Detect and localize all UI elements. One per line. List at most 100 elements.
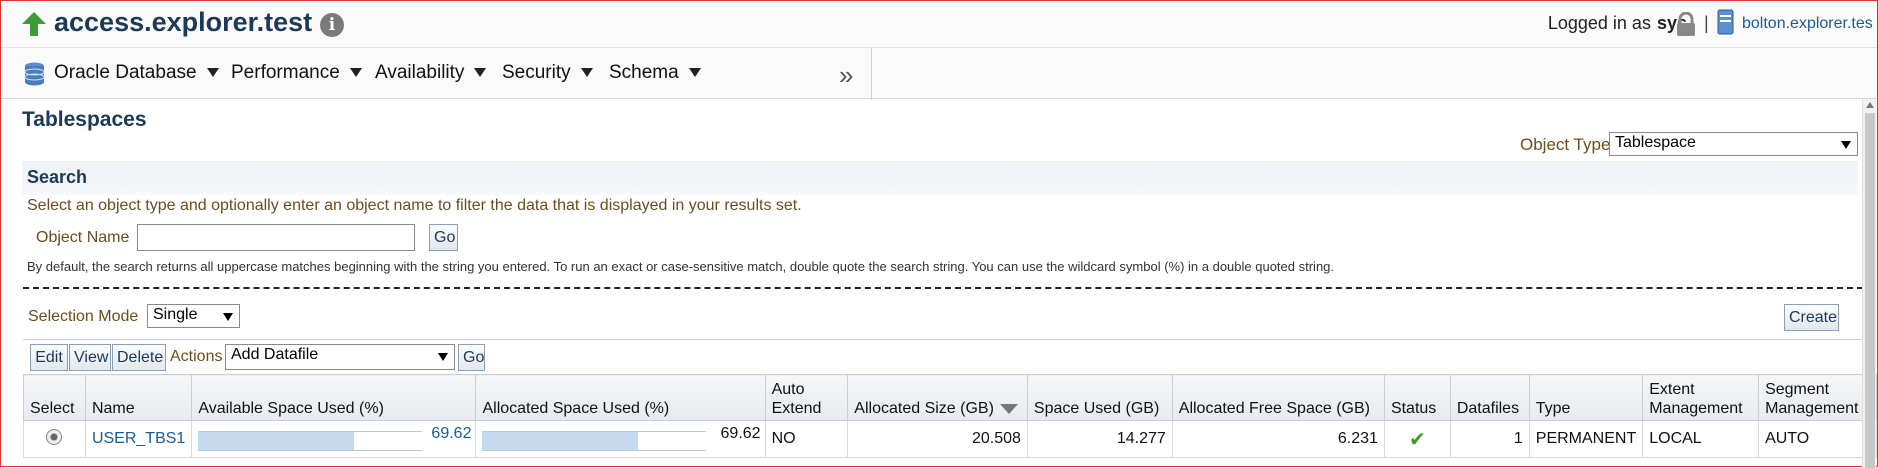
server-icon [1717, 9, 1734, 35]
col-available-space-used[interactable]: Available Space Used (%) [191, 374, 477, 421]
host-link[interactable]: bolton.explorer.tes [1742, 15, 1873, 33]
available-used-cell: 69.62 [191, 420, 477, 458]
col-type[interactable]: Type [1528, 374, 1644, 421]
menu-schema[interactable]: Schema [609, 62, 701, 84]
create-button[interactable]: Create [1784, 304, 1839, 331]
search-description: Select an object type and optionally ent… [27, 197, 802, 214]
col-status[interactable]: Status [1383, 374, 1451, 421]
object-name-input[interactable] [137, 224, 415, 251]
status-cell: ✔ [1383, 420, 1451, 458]
col-auto-extend[interactable]: Auto Extend [764, 374, 849, 421]
col-segment-management[interactable]: Segment Management [1758, 374, 1877, 421]
header-line: Extend [771, 400, 822, 417]
menu-bar: Oracle Database Performance Availability… [1, 47, 1877, 100]
object-name-label: Object Name [36, 229, 130, 246]
logged-in-label: Logged in as [1547, 13, 1651, 33]
caret-down-icon [688, 68, 701, 78]
allocated-used-value: 69.62 [720, 425, 761, 442]
allocated-used-bar [482, 431, 707, 451]
search-header [22, 161, 1858, 195]
scrollbar-thumb[interactable] [1865, 113, 1875, 468]
edit-button[interactable]: Edit [30, 344, 68, 371]
allocated-used-cell: 69.62 [475, 420, 766, 458]
separator: | [1704, 13, 1709, 33]
caret-down-icon [206, 68, 219, 78]
check-icon: ✔ [1409, 428, 1426, 451]
sort-descending-icon[interactable] [999, 403, 1018, 414]
menu-availability[interactable]: Availability [375, 62, 487, 84]
segment-management-cell: AUTO [1758, 420, 1877, 458]
header-line: Segment [1765, 381, 1830, 398]
menu-label: Performance [231, 62, 340, 83]
col-space-used[interactable]: Space Used (GB) [1026, 374, 1173, 421]
search-help-text: By default, the search returns all upper… [27, 259, 1335, 274]
tablespace-name-link[interactable]: USER_TBS1 [92, 430, 185, 447]
caret-down-icon [438, 353, 448, 361]
row-select-radio[interactable] [46, 428, 63, 445]
info-icon[interactable]: i [320, 13, 344, 37]
database-icon [24, 62, 45, 86]
caret-down-icon [1841, 141, 1851, 149]
menu-label: Oracle Database [54, 62, 197, 83]
scroll-up-icon[interactable] [1866, 102, 1874, 108]
auto-extend-cell: NO [764, 420, 849, 458]
extent-management-cell: LOCAL [1642, 420, 1760, 458]
menu-performance[interactable]: Performance [231, 62, 362, 84]
table-header-row: Select Name Available Space Used (%) All… [23, 374, 1877, 421]
allocated-used-bar-fill [482, 432, 639, 450]
view-button[interactable]: View [69, 344, 111, 371]
header-line: Auto [771, 381, 805, 398]
menu-security[interactable]: Security [502, 62, 593, 84]
select-cell [23, 420, 86, 458]
col-allocated-size[interactable]: Allocated Size (GB) [847, 374, 1028, 421]
header-line: Allocated Size (GB) [854, 400, 994, 417]
space-used-cell: 14.277 [1026, 420, 1173, 458]
selection-mode-value: Single [153, 306, 198, 323]
login-status: Logged in as sys [1548, 13, 1687, 34]
col-allocated-space-used[interactable]: Allocated Space Used (%) [475, 374, 766, 421]
menu-oracle-database[interactable]: Oracle Database [54, 62, 219, 84]
menu-label: Security [502, 62, 571, 83]
menu-divider [871, 48, 872, 100]
col-select: Select [23, 374, 86, 421]
caret-down-icon [580, 68, 593, 78]
allocated-size-cell: 20.508 [847, 420, 1028, 458]
more-menu-icon[interactable]: » [839, 60, 853, 91]
up-arrow-icon [22, 12, 46, 36]
object-type-select[interactable]: Tablespace [1609, 132, 1858, 156]
actions-value: Add Datafile [231, 346, 319, 363]
top-bar: access.explorer.test i Logged in as sys |… [1, 1, 1877, 47]
site-title[interactable]: access.explorer.test [54, 7, 312, 38]
selection-mode-select[interactable]: Single [147, 304, 240, 328]
actions-go-button[interactable]: Go [458, 344, 485, 371]
col-datafiles[interactable]: Datafiles [1449, 374, 1530, 421]
allocated-free-cell: 6.231 [1171, 420, 1385, 458]
object-type-label: Object Type [1520, 135, 1611, 154]
page-title: Tablespaces [22, 108, 147, 131]
menu-label: Availability [375, 62, 465, 83]
object-type-value: Tablespace [1615, 134, 1696, 151]
caret-down-icon [474, 68, 487, 78]
caret-down-icon [349, 68, 362, 78]
col-allocated-free-space[interactable]: Allocated Free Space (GB) [1171, 374, 1385, 421]
col-extent-management[interactable]: Extent Management [1642, 374, 1760, 421]
header-line: Extent [1649, 381, 1695, 398]
name-cell: USER_TBS1 [84, 420, 193, 458]
col-name[interactable]: Name [84, 374, 193, 421]
caret-down-icon [223, 313, 233, 321]
search-title: Search [27, 167, 88, 187]
menu-label: Schema [609, 62, 679, 83]
tablespaces-table: Select Name Available Space Used (%) All… [23, 374, 1877, 458]
datafiles-cell: 1 [1449, 420, 1530, 458]
table-row: USER_TBS1 69.62 69.62 NO 20.508 14.277 6… [23, 420, 1877, 458]
available-used-value-link[interactable]: 69.62 [431, 425, 471, 443]
actions-select[interactable]: Add Datafile [225, 344, 455, 370]
available-used-bar-fill [198, 432, 355, 450]
delete-button[interactable]: Delete [112, 344, 166, 371]
lock-icon [1677, 12, 1695, 36]
vertical-scrollbar[interactable] [1862, 99, 1876, 468]
toolbar-divider [23, 339, 1863, 340]
actions-label: Actions [170, 348, 223, 365]
search-go-button[interactable]: Go [429, 224, 458, 251]
header-line: Management [1649, 400, 1743, 417]
